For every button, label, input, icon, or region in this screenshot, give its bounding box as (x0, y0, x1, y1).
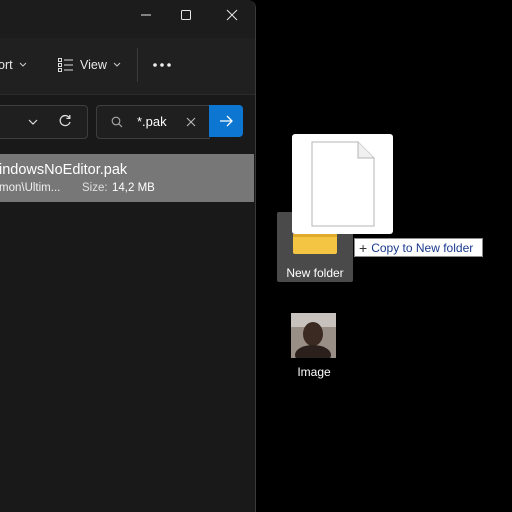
view-label: View (80, 58, 107, 72)
more-options-button[interactable] (152, 62, 172, 68)
more-icon (153, 63, 171, 67)
refresh-icon (59, 114, 71, 127)
chevron-down-icon (19, 62, 26, 67)
image-label: Image (297, 365, 331, 379)
image-thumbnail-icon (291, 313, 336, 358)
file-size-value: 14,2 MB (112, 182, 155, 194)
file-path: mon\Ultim... (0, 182, 61, 194)
command-bar: ort View (0, 38, 255, 95)
search-input[interactable]: *.pak (137, 114, 167, 129)
view-list-icon (58, 58, 73, 72)
view-button[interactable]: View (58, 58, 121, 72)
sort-label: ort (0, 58, 13, 72)
file-size-label: Size: (82, 182, 108, 194)
maximize-button[interactable] (163, 0, 209, 30)
arrow-right-icon (220, 115, 233, 127)
clear-search-icon[interactable] (186, 117, 196, 127)
tooltip-text: Copy to New folder (371, 240, 474, 255)
file-icon (311, 141, 375, 227)
title-bar (0, 0, 255, 38)
new-folder-label: New folder (286, 266, 344, 280)
minimize-icon (141, 14, 151, 16)
chevron-down-icon (28, 119, 38, 125)
search-result-row[interactable]: indowsNoEditor.pak mon\Ultim... Size: 14… (0, 154, 254, 202)
plus-icon: + (359, 239, 368, 256)
close-button[interactable] (209, 0, 255, 30)
search-box[interactable]: *.pak (96, 105, 210, 139)
dragged-file-preview (292, 134, 393, 234)
search-go-button[interactable] (209, 105, 243, 137)
maximize-icon (181, 10, 191, 20)
chevron-down-icon (113, 62, 121, 67)
file-explorer-window: ort View (0, 0, 256, 512)
close-icon (226, 9, 238, 21)
search-icon (111, 116, 123, 128)
toolbar-divider (137, 48, 138, 82)
sort-button[interactable]: ort (0, 58, 27, 72)
image-desktop-item[interactable] (291, 313, 336, 358)
drag-copy-tooltip: + Copy to New folder (354, 238, 483, 257)
file-name: indowsNoEditor.pak (0, 162, 128, 178)
folder-icon (293, 234, 337, 254)
refresh-button[interactable] (52, 108, 78, 134)
